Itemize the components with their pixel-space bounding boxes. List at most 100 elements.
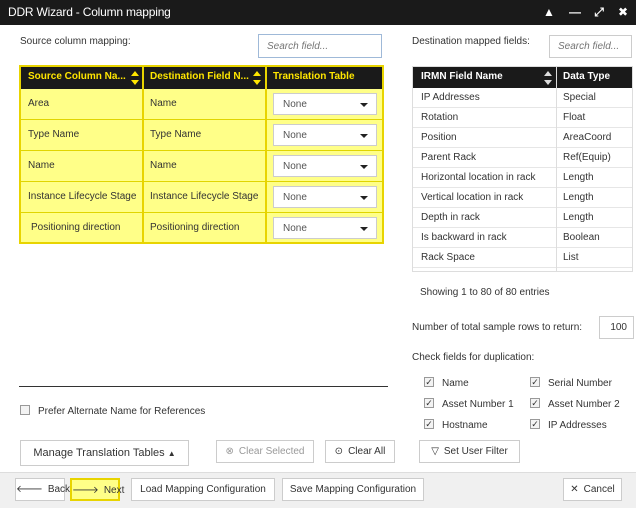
col-header-field-name[interactable]: IRMN Field Name xyxy=(421,71,503,82)
field-name-cell: Rack Space xyxy=(421,252,475,263)
col-header-source[interactable]: Source Column Na... xyxy=(28,71,126,82)
minimize-icon[interactable]: — xyxy=(566,3,584,21)
close-icon[interactable]: ✖ xyxy=(614,3,632,21)
dest-cell: Name xyxy=(150,160,177,171)
table-row[interactable]: Depth in rack Length xyxy=(413,208,632,228)
data-type-cell: Ref(Equip) xyxy=(563,152,611,163)
dup-label-asset1: Asset Number 1 xyxy=(442,399,514,410)
clear-all-label: Clear All xyxy=(348,446,386,457)
caret-down-icon xyxy=(360,103,368,107)
maximize-icon[interactable]: ⤢ xyxy=(590,3,608,21)
clear-circle-icon: ⊗ xyxy=(225,446,234,457)
sample-rows-label: Number of total sample rows to return: xyxy=(412,322,583,333)
translation-value: None xyxy=(283,130,307,141)
back-label: Back xyxy=(47,484,71,495)
col-header-translation: Translation Table xyxy=(273,71,355,82)
col-header-data-type[interactable]: Data Type xyxy=(563,71,610,82)
translation-value: None xyxy=(283,161,307,172)
set-user-filter-button[interactable]: ▽ Set User Filter xyxy=(419,440,520,463)
clear-selected-label: Clear Selected xyxy=(238,446,305,457)
table-row[interactable]: Rotation Float xyxy=(413,108,632,128)
manage-tables-label: Manage Translation Tables xyxy=(33,447,165,459)
dup-checkbox-name[interactable]: ✓ xyxy=(424,377,434,387)
title-bar: DDR Wizard - Column mapping ▲ — ⤢ ✖ xyxy=(0,0,636,25)
next-label: Next xyxy=(103,485,125,496)
caret-down-icon xyxy=(360,227,368,231)
source-cell: Positioning direction xyxy=(31,222,121,233)
collapse-icon[interactable]: ▲ xyxy=(540,3,558,21)
source-search-input[interactable] xyxy=(258,34,382,58)
table-row[interactable]: Type Name Type Name None xyxy=(21,120,382,151)
table-row[interactable]: Parent Rack Ref(Equip) xyxy=(413,148,632,168)
cancel-label: Cancel xyxy=(583,484,615,495)
table-row[interactable]: Horizontal location in rack Length xyxy=(413,168,632,188)
data-type-cell: Length xyxy=(563,172,594,183)
translation-select[interactable]: None xyxy=(273,186,377,208)
duplication-label: Check fields for duplication: xyxy=(412,352,535,363)
dup-checkbox-hostname[interactable]: ✓ xyxy=(424,419,434,429)
dup-checkbox-asset2[interactable]: ✓ xyxy=(530,398,540,408)
column-divider xyxy=(142,67,144,242)
dup-checkbox-serial[interactable]: ✓ xyxy=(530,377,540,387)
back-button[interactable]: 🡐 Back xyxy=(15,478,70,501)
mapping-table-header: Source Column Na... Destination Field N.… xyxy=(21,67,382,89)
source-mapping-label: Source column mapping: xyxy=(20,36,131,47)
translation-value: None xyxy=(283,99,307,110)
translation-select[interactable]: None xyxy=(273,124,377,146)
caret-down-icon xyxy=(360,165,368,169)
sort-icon[interactable] xyxy=(544,71,552,85)
dup-label-ip: IP Addresses xyxy=(548,420,607,431)
clear-selected-button[interactable]: ⊗ Clear Selected xyxy=(216,440,314,463)
data-type-cell: Length xyxy=(563,212,594,223)
destination-fields-label: Destination mapped fields: xyxy=(412,36,530,47)
dup-label-name: Name xyxy=(442,378,469,389)
dup-label-serial: Serial Number xyxy=(548,378,612,389)
data-type-cell: Special xyxy=(563,92,596,103)
translation-select[interactable]: None xyxy=(273,93,377,115)
prefer-alt-checkbox[interactable] xyxy=(20,405,30,415)
sample-rows-input[interactable]: 100 xyxy=(599,316,634,339)
table-row[interactable]: Positioning direction Positioning direct… xyxy=(21,213,382,244)
clear-circle-icon: ⊙ xyxy=(334,446,344,457)
arrow-right-icon: 🡒 xyxy=(72,485,99,496)
close-icon: ✕ xyxy=(570,484,579,495)
table-row[interactable]: Rack Space List xyxy=(413,248,632,268)
translation-select[interactable]: None xyxy=(273,217,377,239)
cancel-button[interactable]: ✕ Cancel xyxy=(563,478,622,501)
translation-select[interactable]: None xyxy=(273,155,377,177)
table-row[interactable]: IP Addresses Special xyxy=(413,88,632,108)
load-config-button[interactable]: Load Mapping Configuration xyxy=(131,478,275,501)
dup-checkbox-asset1[interactable]: ✓ xyxy=(424,398,434,408)
field-name-cell: IP Addresses xyxy=(421,92,480,103)
table-row[interactable]: Position AreaCoord xyxy=(413,128,632,148)
data-type-cell: List xyxy=(563,252,579,263)
caret-down-icon xyxy=(360,196,368,200)
prefer-alt-label: Prefer Alternate Name for References xyxy=(38,406,206,417)
destination-search-input[interactable] xyxy=(549,35,632,58)
dest-cell: Type Name xyxy=(150,129,202,140)
table-row[interactable]: Vertical location in rack Length xyxy=(413,188,632,208)
table-row[interactable]: Instance Lifecycle Stage Instance Lifecy… xyxy=(21,182,382,213)
data-type-cell: AreaCoord xyxy=(563,132,612,143)
dest-cell: Name xyxy=(150,98,177,109)
entries-info: Showing 1 to 80 of 80 entries xyxy=(420,287,550,298)
manage-tables-button[interactable]: Manage Translation Tables ▲ xyxy=(20,440,189,466)
clear-all-button[interactable]: ⊙ Clear All xyxy=(325,440,395,463)
data-type-cell: Float xyxy=(563,112,586,123)
table-row[interactable]: Is backward in rack Boolean xyxy=(413,228,632,248)
window-title: DDR Wizard - Column mapping xyxy=(8,5,171,19)
table-row[interactable]: Area Name None xyxy=(21,89,382,120)
table-row[interactable]: Name Name None xyxy=(21,151,382,182)
field-name-cell: Parent Rack xyxy=(421,152,477,163)
dup-checkbox-ip[interactable]: ✓ xyxy=(530,419,540,429)
sort-icon[interactable] xyxy=(253,71,261,85)
next-button[interactable]: 🡒 Next xyxy=(70,478,124,501)
save-config-button[interactable]: Save Mapping Configuration xyxy=(282,478,424,501)
dup-label-asset2: Asset Number 2 xyxy=(548,399,620,410)
sort-icon[interactable] xyxy=(131,71,139,85)
source-cell: Name xyxy=(28,160,55,171)
dest-cell: Positioning direction xyxy=(150,222,240,233)
col-header-destination[interactable]: Destination Field N... xyxy=(150,71,249,82)
field-name-cell: Depth in rack xyxy=(421,212,480,223)
field-name-cell: Is backward in rack xyxy=(421,232,507,243)
